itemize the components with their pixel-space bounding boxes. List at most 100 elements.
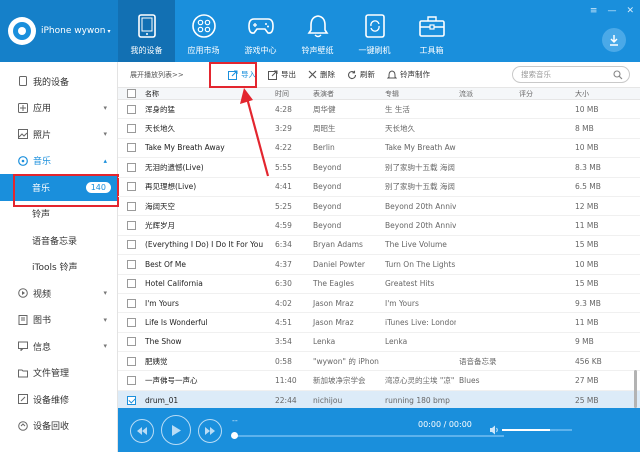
table-row[interactable]: I'm Yours 4:02 Jason Mraz I'm Yours 9.3 MB bbox=[118, 294, 640, 314]
table-row[interactable]: (Everything I Do) I Do It For You 6:34 Bry… bbox=[118, 236, 640, 256]
nav-app-market[interactable]: 应用市场 bbox=[175, 0, 232, 62]
table-row[interactable]: 天长地久 3:29 周昭生 天长地久 8 MB bbox=[118, 119, 640, 139]
playback-time: 00:00 / 00:00 bbox=[418, 420, 472, 429]
table-row[interactable]: 浑身的猛 4:28 周华健 生 生活 10 MB bbox=[118, 100, 640, 120]
table-row[interactable]: 无泪的遗憾(Live) 5:55 Beyond 别了家驹十五载 海阔 8.3 MB bbox=[118, 158, 640, 178]
row-checkbox[interactable] bbox=[126, 143, 136, 153]
table-row[interactable]: 再见理想(Live) 4:41 Beyond 别了家驹十五载 海阔 6.5 MB bbox=[118, 178, 640, 197]
export-button[interactable]: 导出 bbox=[268, 69, 296, 80]
itools-logo bbox=[8, 17, 36, 45]
row-checkbox[interactable] bbox=[126, 201, 136, 211]
header-rating[interactable]: 评分 bbox=[516, 89, 572, 99]
sidebar-item-my-device[interactable]: 我的设备 bbox=[0, 68, 117, 95]
row-checkbox[interactable] bbox=[126, 104, 136, 114]
row-checkbox[interactable] bbox=[126, 279, 136, 289]
search-icon bbox=[613, 70, 623, 80]
previous-button[interactable] bbox=[130, 419, 154, 443]
nav-ringtones[interactable]: 铃声壁纸 bbox=[289, 0, 346, 62]
cell-name: 浑身的猛 bbox=[145, 104, 175, 114]
refresh-button[interactable]: 刷新 bbox=[347, 69, 375, 80]
repair-icon bbox=[18, 394, 28, 405]
header-time[interactable]: 时间 bbox=[272, 89, 310, 99]
sidebar-item-repair[interactable]: 设备维修 bbox=[0, 386, 117, 413]
minimize-icon[interactable]: — bbox=[607, 6, 616, 16]
search-input[interactable]: 搜索音乐 bbox=[512, 66, 630, 83]
row-checkbox[interactable] bbox=[126, 395, 136, 405]
cell-name: 天长地久 bbox=[145, 124, 175, 134]
table-row[interactable]: Life Is Wonderful 4:51 Jason Mraz iTunes Li… bbox=[118, 313, 640, 333]
row-checkbox[interactable] bbox=[126, 376, 136, 386]
row-checkbox[interactable] bbox=[126, 259, 136, 269]
checkbox-cell bbox=[118, 182, 144, 192]
cell-genre: Blues bbox=[459, 376, 480, 386]
cell-size: 15 MB bbox=[575, 279, 599, 289]
table-row[interactable]: drum_01 22:44 nichijou running 180 bmp 25 MB bbox=[118, 390, 640, 408]
table-row[interactable]: The Show 3:54 Lenka Lenka 9 MB bbox=[118, 333, 640, 353]
sidebar-item-photos[interactable]: 照片 ▾ bbox=[0, 121, 117, 148]
device-selector[interactable]: iPhone wywon ▾ bbox=[0, 0, 118, 62]
play-button[interactable] bbox=[161, 415, 191, 445]
table-row[interactable]: 一声佛号一声心 11:40 新加坡净宗学会 湾凉心灵的尘埃 "凉" Blues 27 MB bbox=[118, 371, 640, 391]
row-checkbox[interactable] bbox=[126, 221, 136, 231]
checkbox-cell bbox=[118, 162, 144, 172]
cell-time: 4:37 bbox=[275, 259, 292, 269]
sidebar-item-books[interactable]: 图书 ▾ bbox=[0, 307, 117, 334]
nav-game-center[interactable]: 游戏中心 bbox=[232, 0, 289, 62]
cell-time: 22:44 bbox=[275, 395, 297, 405]
table-row[interactable]: Best Of Me 4:37 Daniel Powter Turn On The L… bbox=[118, 255, 640, 275]
header-name[interactable]: 名称 bbox=[144, 89, 272, 99]
header-size[interactable]: 大小 bbox=[572, 89, 632, 99]
cell-size: 15 MB bbox=[575, 240, 599, 250]
volume-icon[interactable] bbox=[490, 425, 500, 435]
close-icon bbox=[308, 70, 317, 79]
play-icon bbox=[171, 424, 181, 436]
table-row[interactable]: 光辉岁月 4:59 Beyond Beyond 20th Annive 11 MB bbox=[118, 216, 640, 236]
delete-button[interactable]: 删除 bbox=[308, 69, 335, 80]
row-checkbox[interactable] bbox=[126, 124, 136, 134]
row-checkbox[interactable] bbox=[126, 240, 136, 250]
header-album[interactable]: 专辑 bbox=[382, 89, 456, 99]
cell-album: iTunes Live: London bbox=[385, 317, 456, 327]
table-row[interactable]: Take My Breath Away 4:22 Berlin Take My Bre… bbox=[118, 139, 640, 159]
header-artist[interactable]: 表演者 bbox=[310, 89, 382, 99]
row-checkbox[interactable] bbox=[126, 182, 136, 192]
nav-flash[interactable]: 一键刷机 bbox=[346, 0, 403, 62]
sidebar-item-label: 文件管理 bbox=[33, 369, 70, 380]
row-checkbox[interactable] bbox=[126, 298, 136, 308]
menu-icon[interactable]: ≡ bbox=[590, 6, 598, 16]
progress-knob[interactable] bbox=[231, 432, 238, 439]
table-scrollbar[interactable] bbox=[634, 370, 637, 408]
row-checkbox[interactable] bbox=[126, 337, 136, 347]
table-row[interactable]: 肥姨觉 0:58 "wywon" 的 iPhon 语音备忘录 456 KB bbox=[118, 352, 640, 372]
ringtone-maker-button[interactable]: 铃声制作 bbox=[387, 69, 430, 80]
select-all-checkbox[interactable] bbox=[126, 89, 136, 98]
sidebar-item-messages[interactable]: 信息 ▾ bbox=[0, 333, 117, 360]
table-row[interactable]: Hotel California 6:30 The Eagles Greatest H… bbox=[118, 275, 640, 294]
cell-genre: 语音备忘录 bbox=[459, 356, 497, 366]
nav-my-device[interactable]: 我的设备 bbox=[118, 0, 175, 62]
progress-bar[interactable] bbox=[234, 435, 504, 437]
table-row[interactable]: 海阔天空 5:25 Beyond Beyond 20th Annive 12 MB bbox=[118, 197, 640, 217]
expand-playlist-link[interactable]: 展开播放列表>> bbox=[130, 70, 220, 80]
row-checkbox[interactable] bbox=[126, 356, 136, 366]
sidebar-item-recycle[interactable]: 设备回收 bbox=[0, 413, 117, 440]
sidebar-item-voice-memos[interactable]: 语音备忘录 bbox=[0, 227, 117, 254]
sidebar-item-music[interactable]: 音乐 ▴ bbox=[0, 148, 117, 175]
sidebar-item-itools-ringtones[interactable]: iTools 铃声 bbox=[0, 254, 117, 281]
sidebar-item-apps[interactable]: 应用 ▾ bbox=[0, 95, 117, 122]
checkbox-cell bbox=[118, 376, 144, 386]
row-checkbox[interactable] bbox=[126, 317, 136, 327]
header-genre[interactable]: 流派 bbox=[456, 89, 516, 99]
previous-icon bbox=[137, 427, 147, 435]
sidebar-item-file-manager[interactable]: 文件管理 bbox=[0, 360, 117, 387]
app-icon bbox=[18, 102, 28, 113]
close-icon[interactable]: ✕ bbox=[626, 6, 634, 16]
nav-toolbox[interactable]: 工具箱 bbox=[403, 0, 460, 62]
row-checkbox[interactable] bbox=[126, 162, 136, 172]
cell-time: 6:30 bbox=[275, 279, 292, 289]
download-icon bbox=[610, 35, 618, 46]
download-button[interactable] bbox=[602, 28, 626, 52]
next-button[interactable] bbox=[198, 419, 222, 443]
sidebar-item-label: 视频 bbox=[33, 289, 52, 300]
sidebar-item-video[interactable]: 视频 ▾ bbox=[0, 280, 117, 307]
